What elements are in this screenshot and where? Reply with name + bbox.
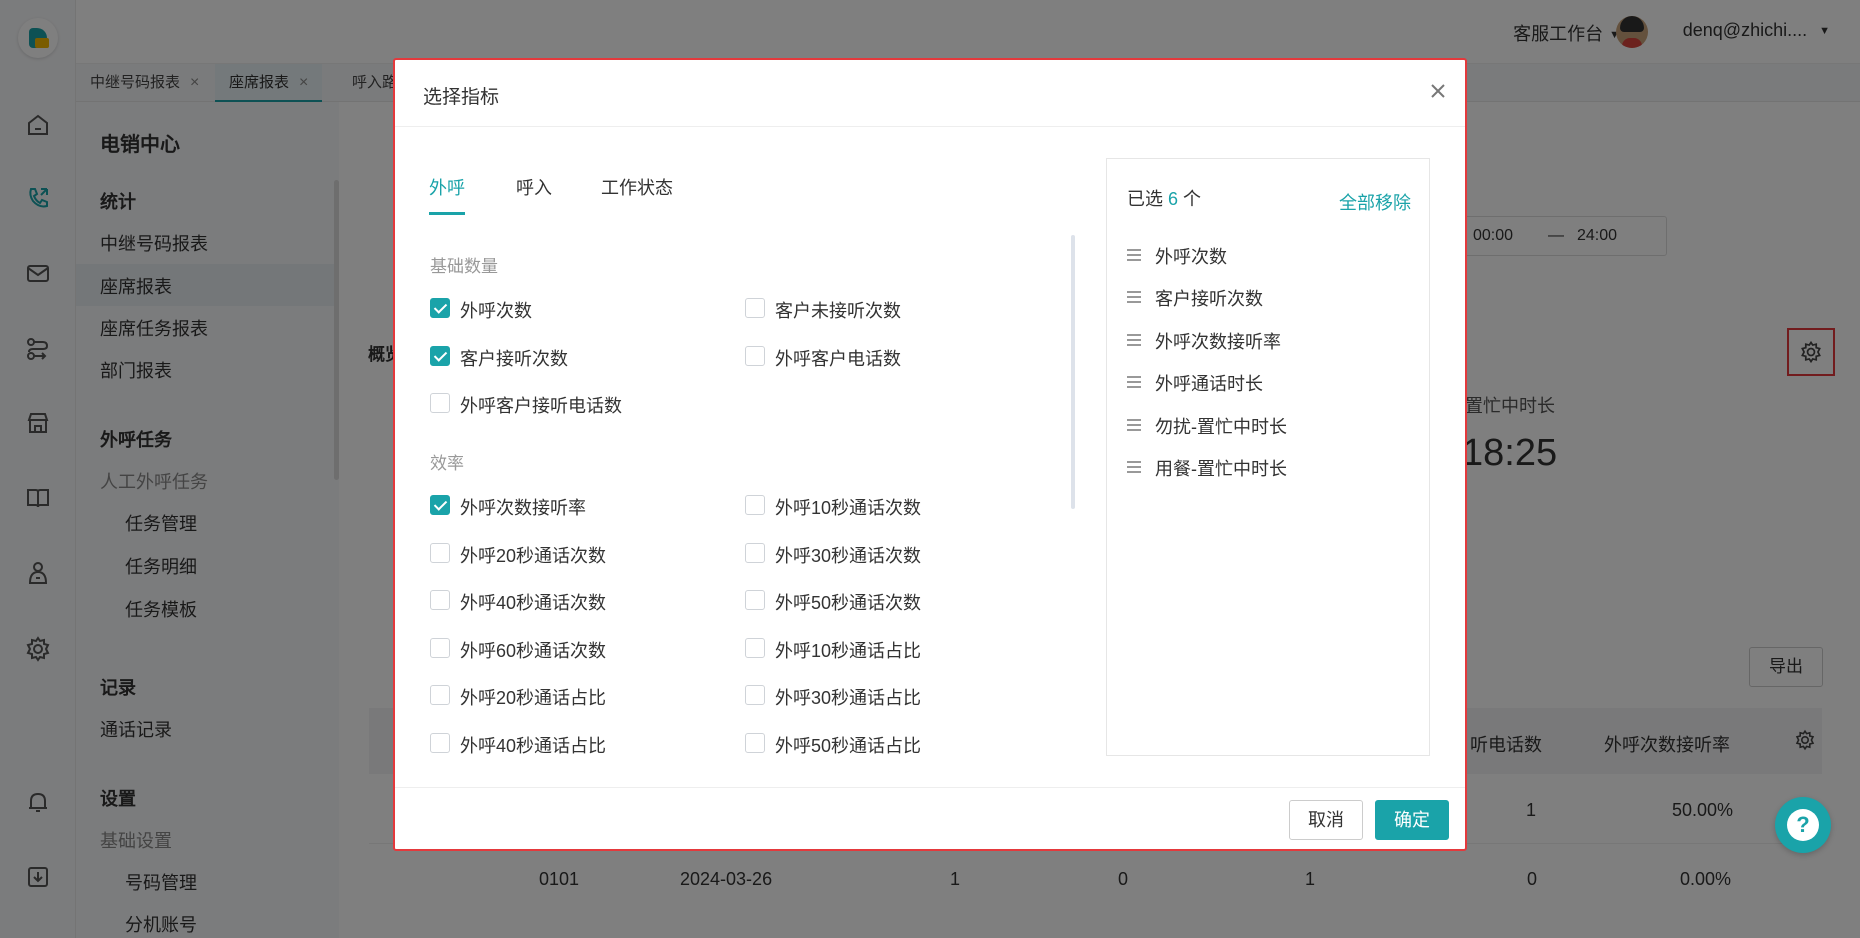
checkbox-20s-ratio[interactable] (430, 685, 450, 705)
selected-item-label: 勿扰-置忙中时长 (1155, 417, 1287, 437)
close-icon[interactable] (1423, 76, 1453, 106)
selected-prefix: 已选 (1127, 189, 1163, 209)
checkbox-outbound-customer-answered-phones[interactable] (430, 393, 450, 413)
checkbox-40s-calls[interactable] (430, 590, 450, 610)
help-button[interactable]: ? (1775, 797, 1831, 853)
checkbox-60s-calls[interactable] (430, 638, 450, 658)
checkbox-30s-calls[interactable] (745, 543, 765, 563)
selected-item[interactable]: 外呼通话时长 (1127, 370, 1263, 396)
drag-handle-icon[interactable] (1127, 291, 1141, 303)
checkbox-customer-answered[interactable] (430, 346, 450, 366)
selected-suffix: 个 (1183, 189, 1202, 209)
active-tab-underline (429, 212, 465, 215)
drag-handle-icon[interactable] (1127, 419, 1141, 431)
dialog-title: 选择指标 (423, 87, 500, 108)
selected-item[interactable]: 外呼次数 (1127, 243, 1227, 269)
option-label[interactable]: 外呼30秒通话次数 (775, 542, 921, 568)
drag-handle-icon[interactable] (1127, 334, 1141, 346)
remove-all-link[interactable]: 全部移除 (1339, 189, 1411, 215)
question-icon: ? (1787, 809, 1819, 841)
checkbox-20s-calls[interactable] (430, 543, 450, 563)
option-label[interactable]: 外呼40秒通话次数 (460, 589, 606, 615)
checkbox-answer-rate[interactable] (430, 495, 450, 515)
options-scrollbar[interactable] (1071, 235, 1075, 509)
option-label[interactable]: 客户未接听次数 (775, 297, 901, 323)
divider (395, 787, 1465, 788)
checkbox-50s-ratio[interactable] (745, 733, 765, 753)
option-label[interactable]: 外呼客户接听电话数 (460, 392, 622, 418)
checkbox-50s-calls[interactable] (745, 590, 765, 610)
drag-handle-icon[interactable] (1127, 249, 1141, 261)
option-label[interactable]: 外呼40秒通话占比 (460, 732, 606, 758)
selected-number: 6 (1168, 189, 1179, 209)
selected-item-label: 外呼通话时长 (1155, 374, 1263, 394)
drag-handle-icon[interactable] (1127, 461, 1141, 473)
option-label[interactable]: 外呼客户电话数 (775, 345, 901, 371)
tab-outbound[interactable]: 外呼 (429, 174, 465, 200)
checkbox-10s-ratio[interactable] (745, 638, 765, 658)
selected-item[interactable]: 勿扰-置忙中时长 (1127, 413, 1287, 439)
checkbox-outbound-customer-phones[interactable] (745, 346, 765, 366)
selected-panel: 已选 6 个 全部移除 外呼次数 客户接听次数 外呼次数接听率 外呼通话时长 勿… (1106, 158, 1430, 756)
selected-item-label: 用餐-置忙中时长 (1155, 459, 1287, 479)
cancel-button[interactable]: 取消 (1289, 800, 1363, 840)
selected-item[interactable]: 外呼次数接听率 (1127, 328, 1281, 354)
tab-inbound[interactable]: 呼入 (516, 174, 552, 200)
selected-item-label: 外呼次数接听率 (1155, 332, 1281, 352)
tab-work-status[interactable]: 工作状态 (601, 174, 673, 200)
option-label[interactable]: 外呼60秒通话次数 (460, 637, 606, 663)
option-label[interactable]: 外呼30秒通话占比 (775, 684, 921, 710)
checkbox-customer-unanswered[interactable] (745, 298, 765, 318)
confirm-button[interactable]: 确定 (1375, 800, 1449, 840)
option-label[interactable]: 外呼50秒通话占比 (775, 732, 921, 758)
option-label[interactable]: 外呼50秒通话次数 (775, 589, 921, 615)
option-label[interactable]: 外呼次数 (460, 297, 532, 323)
checkbox-30s-ratio[interactable] (745, 685, 765, 705)
selected-item[interactable]: 客户接听次数 (1127, 285, 1263, 311)
section-efficiency: 效率 (430, 454, 464, 473)
selected-item-label: 客户接听次数 (1155, 289, 1263, 309)
checkbox-outbound-calls[interactable] (430, 298, 450, 318)
option-label[interactable]: 外呼10秒通话占比 (775, 637, 921, 663)
option-label[interactable]: 外呼10秒通话次数 (775, 494, 921, 520)
checkbox-40s-ratio[interactable] (430, 733, 450, 753)
checkbox-10s-calls[interactable] (745, 495, 765, 515)
drag-handle-icon[interactable] (1127, 376, 1141, 388)
selected-count: 已选 6 个 (1127, 185, 1201, 211)
selected-item[interactable]: 用餐-置忙中时长 (1127, 455, 1287, 481)
option-label[interactable]: 客户接听次数 (460, 345, 568, 371)
select-metrics-dialog: 选择指标 外呼 呼入 工作状态 基础数量 外呼次数 客户未接听次数 客户接听次数… (393, 58, 1467, 851)
option-label[interactable]: 外呼20秒通话占比 (460, 684, 606, 710)
selected-item-label: 外呼次数 (1155, 247, 1227, 267)
option-label[interactable]: 外呼20秒通话次数 (460, 542, 606, 568)
option-label[interactable]: 外呼次数接听率 (460, 494, 586, 520)
section-basic-count: 基础数量 (430, 257, 498, 276)
divider (395, 126, 1465, 127)
